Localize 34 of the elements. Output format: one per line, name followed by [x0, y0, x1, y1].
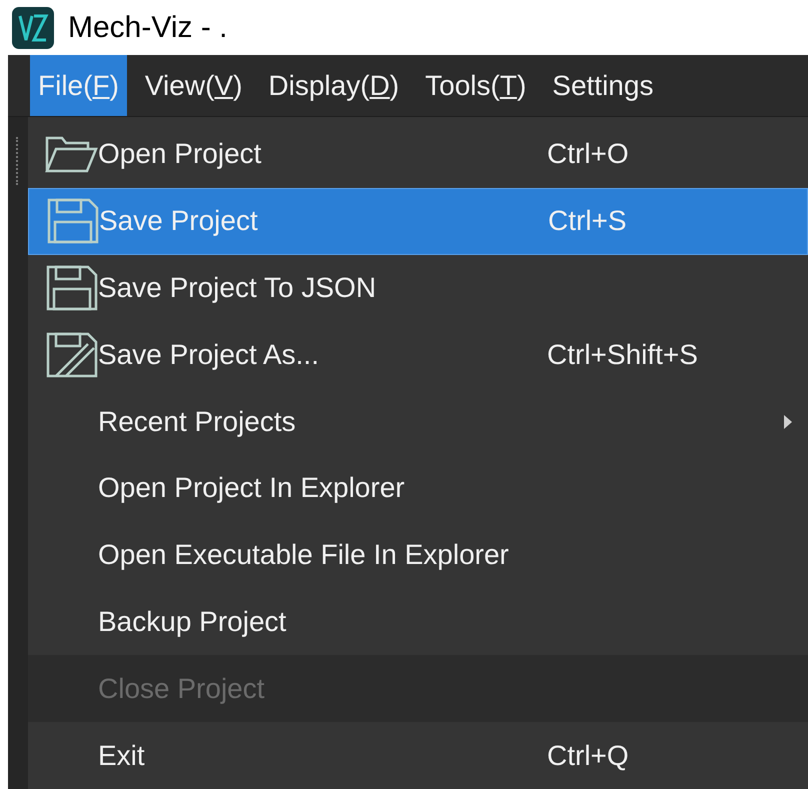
- folder-icon: [44, 134, 98, 174]
- floppy-disk-pencil-icon: [44, 332, 98, 378]
- menu-item-label: Open Project In Explorer: [98, 471, 406, 506]
- menu-item[interactable]: Save Project As... Ctrl+Shift+S: [28, 321, 808, 388]
- menu-item-label: Exit: [98, 738, 146, 773]
- menu-item[interactable]: Open Executable File In Explorer: [28, 522, 808, 589]
- submenu-arrow-icon: [784, 414, 792, 429]
- menu-item-label: Backup Project: [98, 605, 288, 639]
- menu-item-label: Save Project As...: [98, 338, 320, 372]
- menu-item-label: Close Project: [98, 672, 266, 706]
- shortcut-label: Ctrl+S: [548, 204, 627, 238]
- menu-item-label: Open Executable File In Explorer: [98, 538, 510, 572]
- menu-bar-item[interactable]: Tools(T): [417, 55, 534, 116]
- menu-item[interactable]: Recent Projects: [28, 388, 808, 456]
- menu-item-label: Open Project: [98, 137, 262, 172]
- shortcut-label: Ctrl+Q: [547, 738, 629, 773]
- shortcut-label: Ctrl+O: [547, 137, 629, 172]
- menu-item[interactable]: Open Project Ctrl+O: [28, 121, 808, 188]
- menu-item-label: Recent Projects: [98, 404, 297, 439]
- menu-bar-item[interactable]: View(V): [136, 55, 250, 116]
- shortcut-label: Ctrl+Shift+S: [547, 338, 698, 372]
- menu-item[interactable]: Save Project Ctrl+S: [28, 188, 808, 255]
- menu-bar-item[interactable]: File(F): [30, 55, 127, 116]
- menu-item-label: Save Project: [99, 204, 259, 238]
- menu-item[interactable]: Backup Project: [28, 588, 808, 656]
- app-logo-icon: [12, 6, 54, 49]
- menu-bar-item[interactable]: Settings: [544, 55, 662, 116]
- toolbar-grip[interactable]: [16, 137, 20, 186]
- menu-item[interactable]: Save Project To JSON: [28, 254, 808, 322]
- menu-item[interactable]: Open Project In Explorer: [28, 455, 808, 522]
- menu-item[interactable]: Exit Ctrl+Q: [28, 722, 808, 789]
- window-title: Mech-Viz - .: [68, 10, 228, 46]
- menu-item-label: Save Project To JSON: [98, 271, 378, 306]
- menu-bar-item[interactable]: Display(D): [260, 55, 408, 116]
